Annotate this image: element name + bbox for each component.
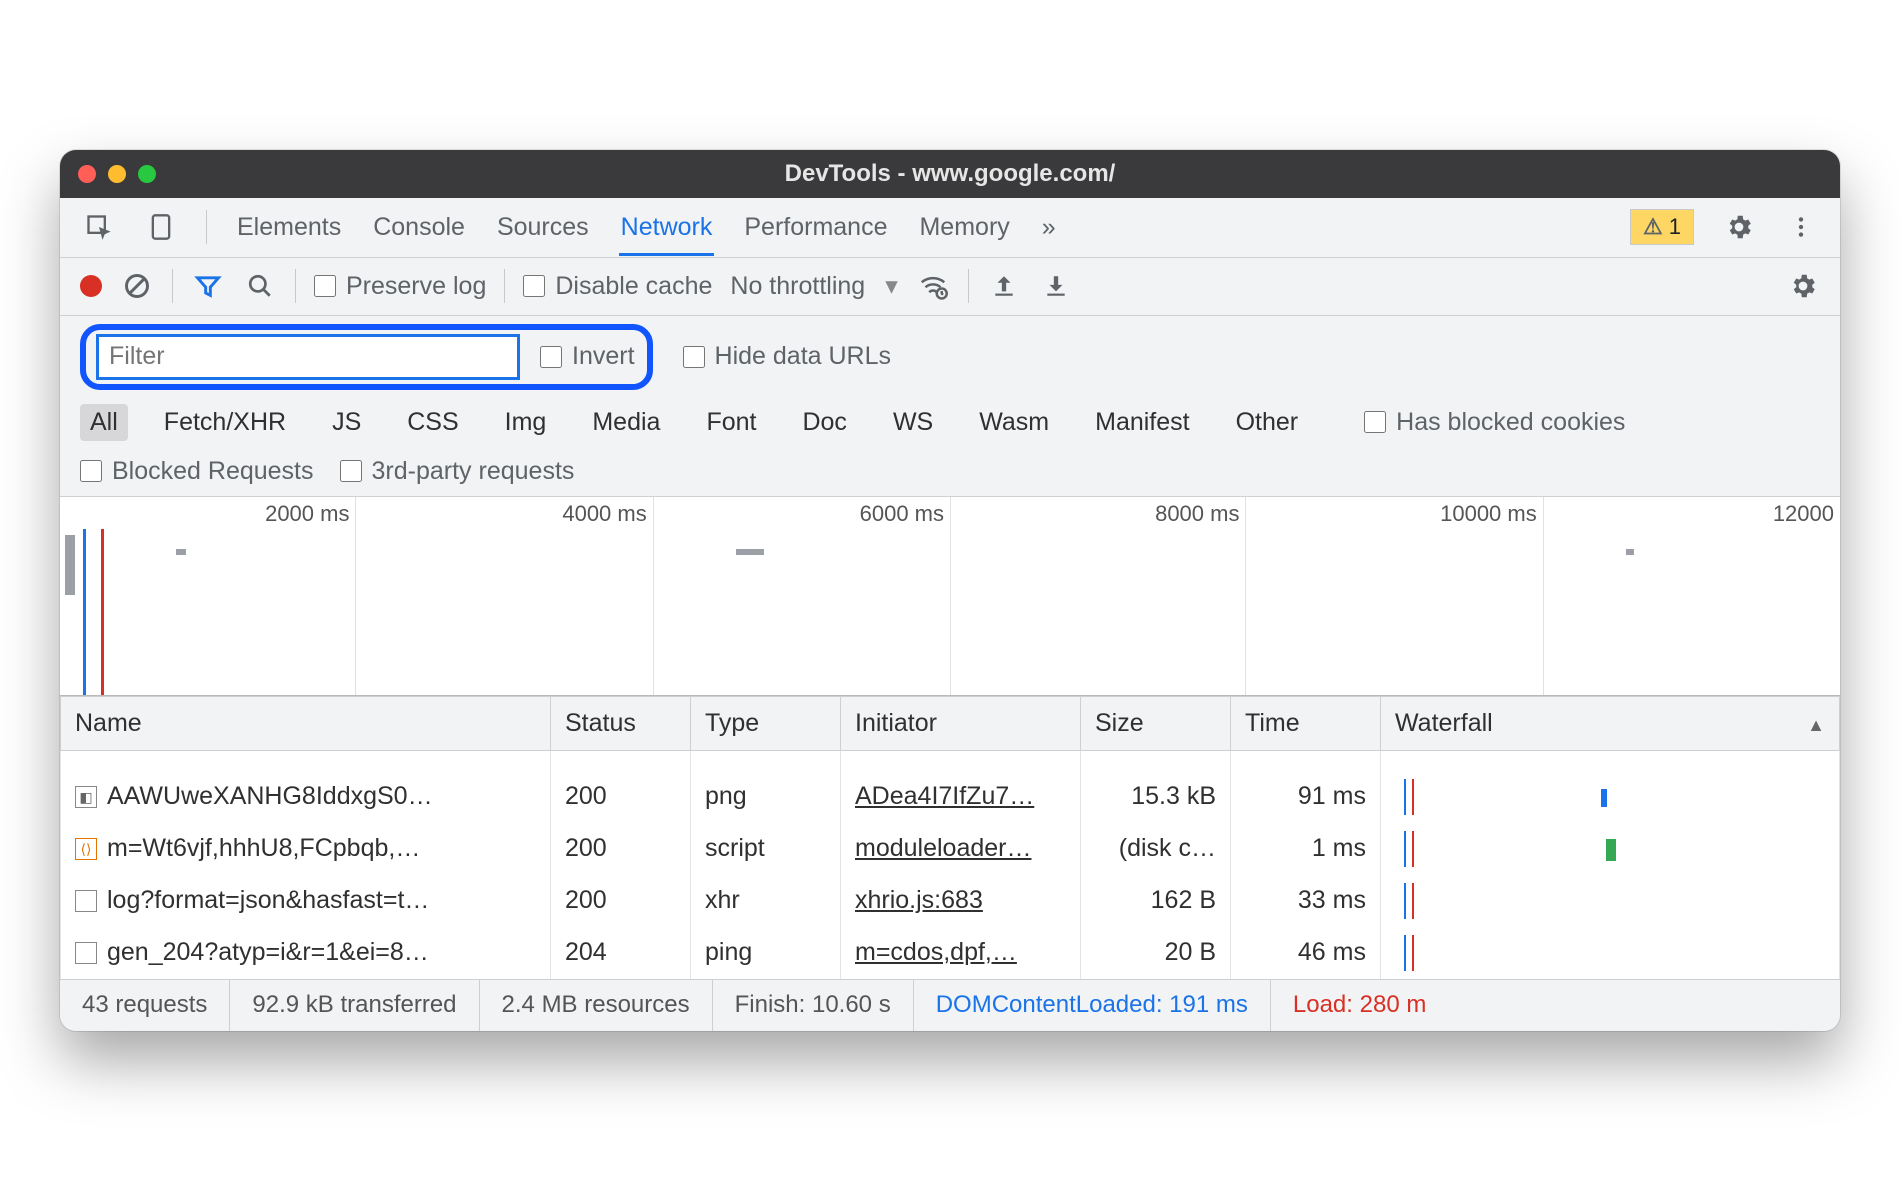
tab-performance[interactable]: Performance: [742, 199, 889, 256]
preserve-log-checkbox[interactable]: Preserve log: [314, 272, 486, 301]
devtools-window: DevTools - www.google.com/ Elements Cons…: [60, 150, 1840, 1031]
col-status[interactable]: Status: [551, 696, 691, 750]
dcl-marker: [83, 529, 86, 695]
table-row[interactable]: gen_204?atyp=i&r=1&ei=8… 204 ping m=cdos…: [61, 927, 1840, 979]
requests-table: Name Status Type Initiator Size Time Wat…: [60, 696, 1840, 979]
third-party-checkbox[interactable]: 3rd-party requests: [340, 457, 575, 486]
tab-console[interactable]: Console: [371, 199, 467, 256]
initiator-link[interactable]: xhrio.js:683: [855, 886, 983, 914]
chip-font[interactable]: Font: [696, 404, 766, 441]
export-har-icon[interactable]: [1039, 269, 1073, 303]
warning-icon: ⚠: [1643, 214, 1663, 240]
zoom-window-button[interactable]: [138, 165, 156, 183]
main-tabstrip: Elements Console Sources Network Perform…: [60, 198, 1840, 258]
hide-data-urls-checkbox[interactable]: Hide data URLs: [683, 342, 891, 371]
has-blocked-cookies-checkbox[interactable]: Has blocked cookies: [1364, 408, 1625, 437]
filter-row: Invert Hide data URLs: [60, 316, 1840, 398]
network-toolbar: Preserve log Disable cache No throttling: [60, 258, 1840, 316]
initiator-link[interactable]: m=cdos,dpf,…: [855, 938, 1017, 966]
type-filter-bar: All Fetch/XHR JS CSS Img Media Font Doc …: [60, 398, 1840, 451]
blocked-requests-checkbox[interactable]: Blocked Requests: [80, 457, 314, 486]
extra-filter-bar: Blocked Requests 3rd-party requests: [60, 451, 1840, 496]
col-initiator[interactable]: Initiator: [841, 696, 1081, 750]
close-window-button[interactable]: [78, 165, 96, 183]
issues-badge[interactable]: ⚠ 1: [1630, 209, 1694, 245]
file-generic-icon: [75, 890, 97, 912]
filter-highlight: Invert: [80, 324, 653, 390]
chip-wasm[interactable]: Wasm: [969, 404, 1059, 441]
status-finish: Finish: 10.60 s: [713, 980, 914, 1031]
titlebar: DevTools - www.google.com/: [60, 150, 1840, 198]
window-controls: [78, 165, 156, 183]
col-name[interactable]: Name: [61, 696, 551, 750]
network-settings-icon[interactable]: [1786, 269, 1820, 303]
chip-all[interactable]: All: [80, 404, 128, 441]
settings-icon[interactable]: [1722, 210, 1756, 244]
col-size[interactable]: Size: [1081, 696, 1231, 750]
network-conditions-icon[interactable]: [916, 269, 950, 303]
filter-input[interactable]: [98, 336, 518, 378]
file-script-icon: ⟨⟩: [75, 838, 97, 860]
chip-fetch-xhr[interactable]: Fetch/XHR: [154, 404, 296, 441]
device-toolbar-icon[interactable]: [144, 210, 178, 244]
tab-sources[interactable]: Sources: [495, 199, 591, 256]
clear-icon[interactable]: [120, 269, 154, 303]
tab-elements[interactable]: Elements: [235, 199, 343, 256]
tab-memory[interactable]: Memory: [917, 199, 1011, 256]
chip-img[interactable]: Img: [495, 404, 557, 441]
throttling-select[interactable]: No throttling: [730, 271, 897, 301]
chip-media[interactable]: Media: [582, 404, 670, 441]
load-marker: [101, 529, 104, 695]
col-time[interactable]: Time: [1231, 696, 1381, 750]
record-button[interactable]: [80, 275, 102, 297]
file-generic-icon: [75, 942, 97, 964]
inspect-element-icon[interactable]: [82, 210, 116, 244]
file-image-icon: ◧: [75, 786, 97, 808]
invert-checkbox[interactable]: Invert: [540, 342, 635, 371]
separator: [206, 210, 207, 244]
more-icon[interactable]: [1784, 210, 1818, 244]
tabs-overflow-button[interactable]: »: [1040, 199, 1058, 256]
table-row[interactable]: ⟨⟩m=Wt6vjf,hhhU8,FCpbqb,… 200 script mod…: [61, 823, 1840, 875]
initiator-link[interactable]: moduleloader…: [855, 834, 1032, 862]
tab-network[interactable]: Network: [619, 199, 715, 256]
chip-ws[interactable]: WS: [883, 404, 943, 441]
table-row[interactable]: ◧AAWUweXANHG8IddxgS0… 200 png ADea4I7IfZ…: [61, 750, 1840, 823]
chip-css[interactable]: CSS: [397, 404, 468, 441]
status-requests: 43 requests: [60, 980, 230, 1031]
disable-cache-checkbox[interactable]: Disable cache: [523, 272, 712, 301]
chip-doc[interactable]: Doc: [792, 404, 856, 441]
issues-count: 1: [1669, 214, 1681, 240]
status-load: Load: 280 m: [1271, 980, 1448, 1031]
window-title: DevTools - www.google.com/: [60, 160, 1840, 188]
status-domcontentloaded: DOMContentLoaded: 191 ms: [914, 980, 1271, 1031]
initiator-link[interactable]: ADea4I7IfZu7…: [855, 782, 1034, 810]
minimize-window-button[interactable]: [108, 165, 126, 183]
table-row[interactable]: log?format=json&hasfast=t… 200 xhr xhrio…: [61, 875, 1840, 927]
chip-other[interactable]: Other: [1226, 404, 1309, 441]
table-header: Name Status Type Initiator Size Time Wat…: [61, 696, 1840, 750]
filter-icon[interactable]: [191, 269, 225, 303]
chip-js[interactable]: JS: [322, 404, 371, 441]
timeline-overview[interactable]: 2000 ms 4000 ms 6000 ms 8000 ms 10000 ms…: [60, 496, 1840, 696]
search-icon[interactable]: [243, 269, 277, 303]
col-waterfall[interactable]: Waterfall: [1381, 696, 1840, 750]
import-har-icon[interactable]: [987, 269, 1021, 303]
status-resources: 2.4 MB resources: [480, 980, 713, 1031]
col-type[interactable]: Type: [691, 696, 841, 750]
status-transferred: 92.9 kB transferred: [230, 980, 479, 1031]
status-bar: 43 requests 92.9 kB transferred 2.4 MB r…: [60, 979, 1840, 1031]
chip-manifest[interactable]: Manifest: [1085, 404, 1199, 441]
